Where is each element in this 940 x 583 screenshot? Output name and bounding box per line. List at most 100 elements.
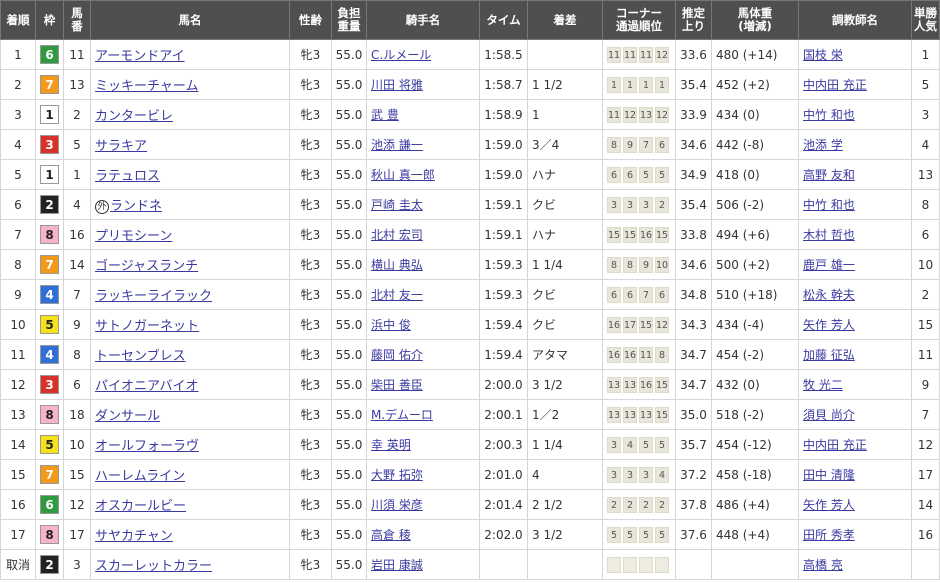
trainer-link[interactable]: 中竹 和也 <box>803 198 855 212</box>
trainer-link[interactable]: 田中 清隆 <box>803 468 855 482</box>
corner-position: 11 <box>607 106 621 123</box>
trainer-link[interactable]: 須貝 尚介 <box>803 408 855 422</box>
jockey-link[interactable]: 川須 栄彦 <box>371 498 423 512</box>
header-waku[interactable]: 枠 <box>35 0 64 40</box>
trainer-link[interactable]: 木村 哲也 <box>803 228 855 242</box>
jockey-link[interactable]: 池添 謙一 <box>371 138 423 152</box>
header-margin[interactable]: 着差 <box>527 0 603 40</box>
body-weight: 500 (+2) <box>711 249 799 280</box>
horse-name-link[interactable]: トーセンブレス <box>95 349 186 364</box>
horse-name-link[interactable]: サラキア <box>95 139 147 154</box>
corner-position: 16 <box>623 346 637 363</box>
header-ninki[interactable]: 単勝 人気 <box>911 0 940 40</box>
jockey-link[interactable]: 北村 宏司 <box>371 228 423 242</box>
body-weight: 432 (0) <box>711 369 799 400</box>
trainer-link[interactable]: 矢作 芳人 <box>803 318 855 332</box>
margin: 1 1/2 <box>527 69 603 100</box>
table-row: 15 7 15 ハーレムライン 牝3 55.0 大野 拓弥 2:01.0 4 3… <box>0 459 940 490</box>
margin: 3 1/2 <box>527 519 603 550</box>
table-row: 7 8 16 プリモシーン 牝3 55.0 北村 宏司 1:59.1 ハナ 15… <box>0 219 940 250</box>
corner-position: 8 <box>607 256 621 273</box>
corner-positions: 13 13 16 15 <box>604 376 675 393</box>
header-trainer[interactable]: 調教師名 <box>798 0 912 40</box>
jockey-link[interactable]: 横山 典弘 <box>371 258 423 272</box>
trainer-link[interactable]: 高野 友和 <box>803 168 855 182</box>
header-sex-age[interactable]: 性齢 <box>289 0 332 40</box>
jockey-link[interactable]: C.ルメール <box>371 48 431 62</box>
race-time: 2:00.3 <box>479 429 528 460</box>
horse-name-link[interactable]: パイオニアバイオ <box>95 379 198 394</box>
jockey-link[interactable]: 大野 拓弥 <box>371 468 423 482</box>
trainer-link[interactable]: 中竹 和也 <box>803 108 855 122</box>
corner-cell: 15 15 16 15 <box>602 219 676 250</box>
finish-position: 4 <box>0 129 36 160</box>
horse-name-link[interactable]: サヤカチャン <box>95 529 173 544</box>
horse-name-link[interactable]: ラテュロス <box>95 169 160 184</box>
trainer-link[interactable]: 池添 学 <box>803 138 843 152</box>
jockey-link[interactable]: 武 豊 <box>371 108 399 122</box>
jockey-link[interactable]: 藤岡 佑介 <box>371 348 423 362</box>
finish-position: 10 <box>0 309 36 340</box>
race-time: 1:59.1 <box>479 189 528 220</box>
header-time[interactable]: タイム <box>479 0 528 40</box>
horse-name-link[interactable]: ゴージャスランチ <box>95 259 198 274</box>
trainer-link[interactable]: 松永 幹夫 <box>803 288 855 302</box>
jockey-link[interactable]: 幸 英明 <box>371 438 411 452</box>
waku-cell: 6 <box>35 489 64 520</box>
race-time: 1:59.3 <box>479 279 528 310</box>
jockey-link[interactable]: 秋山 真一郎 <box>371 168 435 182</box>
header-body-weight[interactable]: 馬体重 (増減) <box>711 0 799 40</box>
popularity: 12 <box>911 429 940 460</box>
header-agari[interactable]: 推定 上り <box>675 0 712 40</box>
horse-name-link[interactable]: オールフォーラヴ <box>95 439 199 454</box>
trainer-link[interactable]: 中内田 充正 <box>803 78 867 92</box>
jockey-link[interactable]: 浜中 俊 <box>371 318 411 332</box>
header-umaban[interactable]: 馬番 <box>63 0 91 40</box>
horse-name-link[interactable]: ラッキーライラック <box>95 289 212 304</box>
horse-name-cell: オールフォーラヴ <box>90 429 290 460</box>
trainer-link[interactable]: 鹿戸 雄一 <box>803 258 855 272</box>
corner-position: 16 <box>607 346 621 363</box>
trainer-link[interactable]: 高橋 亮 <box>803 558 843 572</box>
sex-age: 牝3 <box>289 519 332 550</box>
horse-name-cell: ミッキーチャーム <box>90 69 290 100</box>
horse-name-link[interactable]: プリモシーン <box>95 229 172 244</box>
weight-carried: 55.0 <box>331 189 367 220</box>
jockey-link[interactable]: 北村 友一 <box>371 288 423 302</box>
corner-position: 12 <box>655 316 669 333</box>
trainer-cell: 矢作 芳人 <box>798 309 912 340</box>
horse-name-link[interactable]: ミッキーチャーム <box>95 79 198 94</box>
corner-cell: 3455 <box>602 429 676 460</box>
trainer-link[interactable]: 矢作 芳人 <box>803 498 855 512</box>
jockey-link[interactable]: 高倉 稜 <box>371 528 411 542</box>
table-row: 4 3 5 サラキア 牝3 55.0 池添 謙一 1:59.0 3／4 8976… <box>0 129 940 160</box>
jockey-link[interactable]: 川田 将雅 <box>371 78 423 92</box>
horse-name-link[interactable]: ランドネ <box>110 199 162 214</box>
horse-name-link[interactable]: アーモンドアイ <box>95 49 185 64</box>
horse-name-cell: アーモンドアイ <box>90 39 290 70</box>
horse-name-link[interactable]: ダンサール <box>95 409 160 424</box>
trainer-link[interactable]: 田所 秀孝 <box>803 528 855 542</box>
horse-name-link[interactable]: ハーレムライン <box>95 469 185 484</box>
horse-name-link[interactable]: スカーレットカラー <box>95 559 212 574</box>
header-jockey[interactable]: 騎手名 <box>366 0 480 40</box>
corner-positions <box>604 556 675 573</box>
horse-name-link[interactable]: サトノガーネット <box>95 319 199 334</box>
jockey-link[interactable]: M.デムーロ <box>371 408 433 422</box>
header-weight-carried[interactable]: 負担 重量 <box>331 0 367 40</box>
jockey-link[interactable]: 戸崎 圭太 <box>371 198 423 212</box>
trainer-link[interactable]: 中内田 充正 <box>803 438 867 452</box>
horse-name-link[interactable]: カンタービレ <box>95 109 173 124</box>
finish-position: 17 <box>0 519 36 550</box>
waku-badge: 1 <box>40 105 59 124</box>
jockey-link[interactable]: 岩田 康誠 <box>371 558 423 572</box>
header-pos[interactable]: 着順 <box>0 0 36 40</box>
table-row: 5 1 1 ラテュロス 牝3 55.0 秋山 真一郎 1:59.0 ハナ 665… <box>0 159 940 190</box>
header-horse-name[interactable]: 馬名 <box>90 0 290 40</box>
horse-name-link[interactable]: オスカールビー <box>95 499 186 514</box>
trainer-link[interactable]: 牧 光二 <box>803 378 843 392</box>
trainer-link[interactable]: 加藤 征弘 <box>803 348 855 362</box>
header-corner[interactable]: コーナー 通過順位 <box>602 0 676 40</box>
jockey-link[interactable]: 柴田 善臣 <box>371 378 423 392</box>
trainer-link[interactable]: 国枝 栄 <box>803 48 843 62</box>
